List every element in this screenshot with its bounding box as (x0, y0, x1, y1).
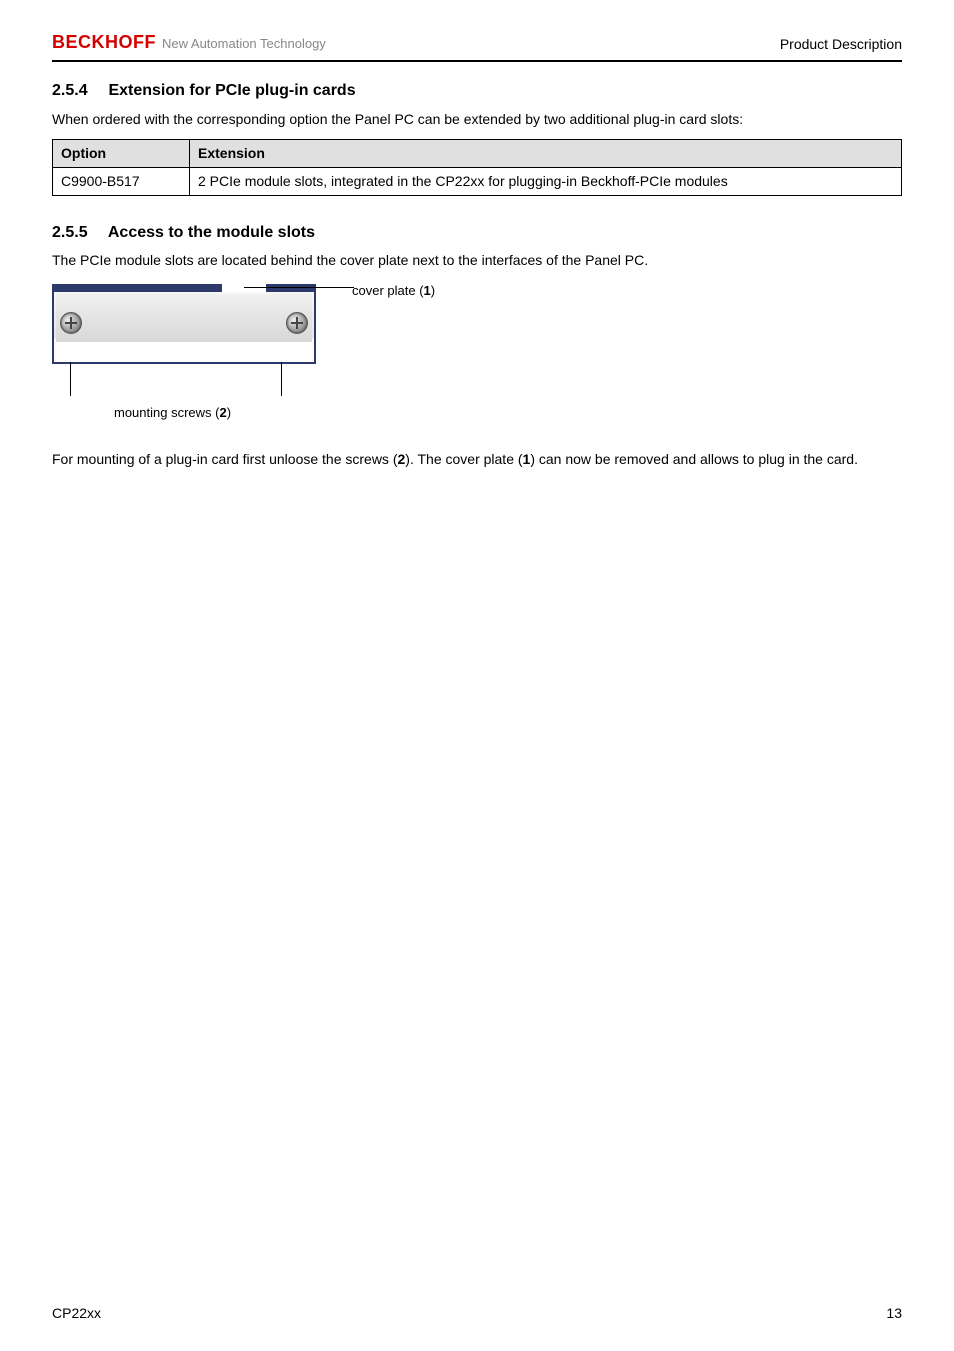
mounting-paragraph: For mounting of a plug-in card first unl… (52, 450, 902, 469)
section-254-number: 2.5.4 (52, 80, 104, 102)
mount-p2: ). The cover plate ( (405, 451, 522, 467)
plate-brushed-area (56, 294, 312, 342)
mount-p1: For mounting of a plug-in card first unl… (52, 451, 398, 467)
brand-logo-text: BECKHOFF (52, 30, 156, 54)
screw-caption-post: ) (227, 405, 231, 420)
footer-left: CP22xx (52, 1304, 101, 1323)
option-cell-ext: 2 PCIe module slots, integrated in the C… (190, 167, 902, 195)
option-table: Option Extension C9900-B517 2 PCIe modul… (52, 139, 902, 196)
leader-line (244, 287, 354, 288)
option-th-option: Option (53, 139, 190, 167)
header-right-title: Product Description (780, 35, 902, 54)
option-th-extension: Extension (190, 139, 902, 167)
plate-top-slot (222, 284, 266, 292)
mount-p3: ) can now be removed and allows to plug … (530, 451, 858, 467)
cover-plate-graphic (52, 284, 316, 364)
leader-line (281, 362, 282, 396)
plate-top-bar (54, 284, 314, 292)
screw-caption-num: 2 (219, 405, 226, 420)
screw-icon (286, 312, 308, 334)
screw-caption-pre: mounting screws ( (114, 405, 219, 420)
section-255-intro: The PCIe module slots are located behind… (52, 251, 902, 270)
screw-icon (60, 312, 82, 334)
header-rule (52, 60, 902, 62)
section-254-heading: 2.5.4 Extension for PCIe plug-in cards (52, 80, 902, 102)
figure-cover-plate: mounting screws (2) cover plate (1) (52, 284, 902, 438)
section-255-heading: 2.5.5 Access to the module slots (52, 222, 902, 244)
section-254-title: Extension for PCIe plug-in cards (108, 82, 355, 99)
brand-subtitle: New Automation Technology (162, 35, 326, 53)
option-row: C9900-B517 2 PCIe module slots, integrat… (53, 167, 902, 195)
cover-label-num: 1 (424, 283, 431, 298)
brand-block: BECKHOFF New Automation Technology (52, 30, 326, 54)
cover-label-pre: cover plate ( (352, 283, 424, 298)
section-255-number: 2.5.5 (52, 222, 104, 244)
option-cell-opt: C9900-B517 (53, 167, 190, 195)
leader-line (70, 362, 71, 396)
page-footer: CP22xx 13 (52, 1304, 902, 1323)
screw-caption: mounting screws (2) (114, 404, 316, 422)
section-255-title: Access to the module slots (108, 224, 315, 241)
footer-page-number: 13 (886, 1304, 902, 1323)
cover-plate-label: cover plate (1) (352, 282, 435, 300)
plate-lower-area (56, 342, 312, 362)
section-254-intro: When ordered with the corresponding opti… (52, 110, 902, 129)
cover-label-post: ) (431, 283, 435, 298)
figure-graphic: mounting screws (2) (52, 284, 316, 438)
